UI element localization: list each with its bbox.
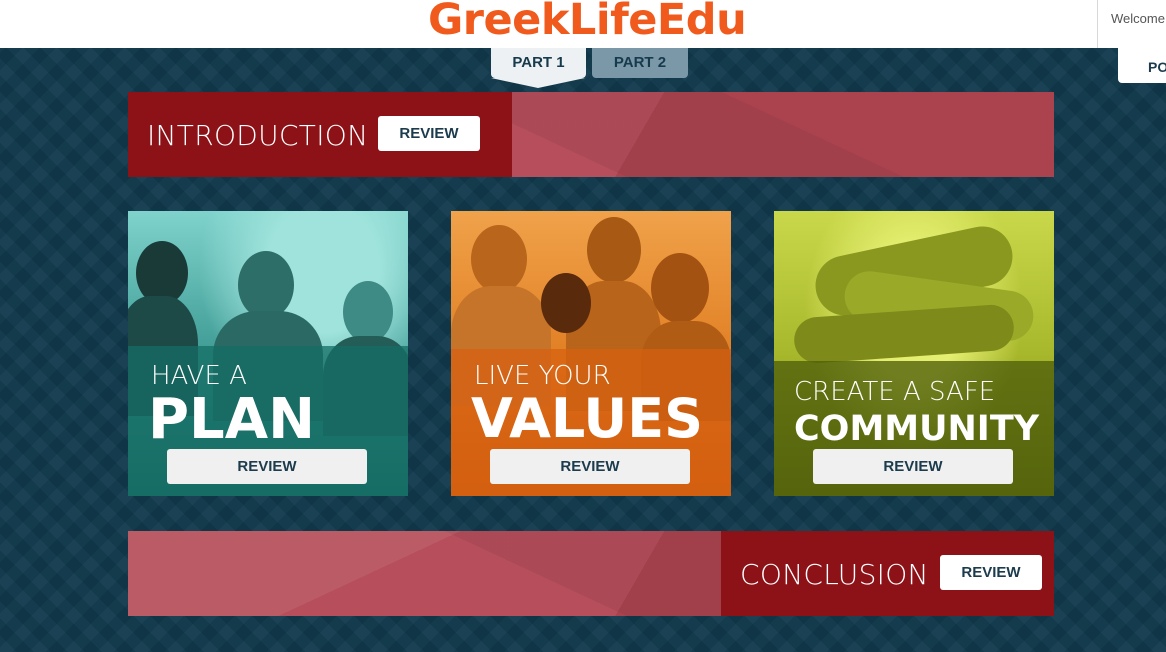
card-subtitle: CREATE A SAFE (794, 377, 996, 407)
conclusion-title: CONCLUSION (740, 558, 929, 591)
welcome-panel: Welcome (1097, 0, 1166, 48)
card-review-button[interactable]: REVIEW (167, 449, 367, 484)
conclusion-review-button[interactable]: REVIEW (940, 555, 1042, 590)
introduction-review-button[interactable]: REVIEW (378, 116, 480, 151)
card-title: PLAN (148, 387, 315, 452)
tab-part-1[interactable]: PART 1 (491, 48, 586, 88)
card-review-button[interactable]: REVIEW (813, 449, 1013, 484)
card-title: COMMUNITY (794, 409, 1040, 449)
introduction-banner: INTRODUCTION REVIEW (128, 92, 1054, 177)
card-create-a-safe-community[interactable]: CREATE A SAFE COMMUNITY REVIEW (774, 211, 1054, 496)
site-logo[interactable]: GreekLifeEdu (428, 0, 747, 46)
card-review-button[interactable]: REVIEW (490, 449, 690, 484)
welcome-text: Welcome (1111, 11, 1165, 26)
card-live-your-values[interactable]: LIVE YOUR VALUES REVIEW (451, 211, 731, 496)
card-have-a-plan[interactable]: HAVE A PLAN REVIEW (128, 211, 408, 496)
card-title: VALUES (471, 387, 704, 450)
site-header: GreekLifeEdu Welcome (0, 0, 1166, 48)
tab-part-2[interactable]: PART 2 (592, 48, 688, 78)
introduction-title: INTRODUCTION (147, 119, 369, 152)
side-menu-tab-label: PO (1148, 59, 1166, 75)
conclusion-banner: CONCLUSION REVIEW (128, 531, 1054, 616)
side-menu-tab[interactable]: PO (1118, 48, 1166, 83)
